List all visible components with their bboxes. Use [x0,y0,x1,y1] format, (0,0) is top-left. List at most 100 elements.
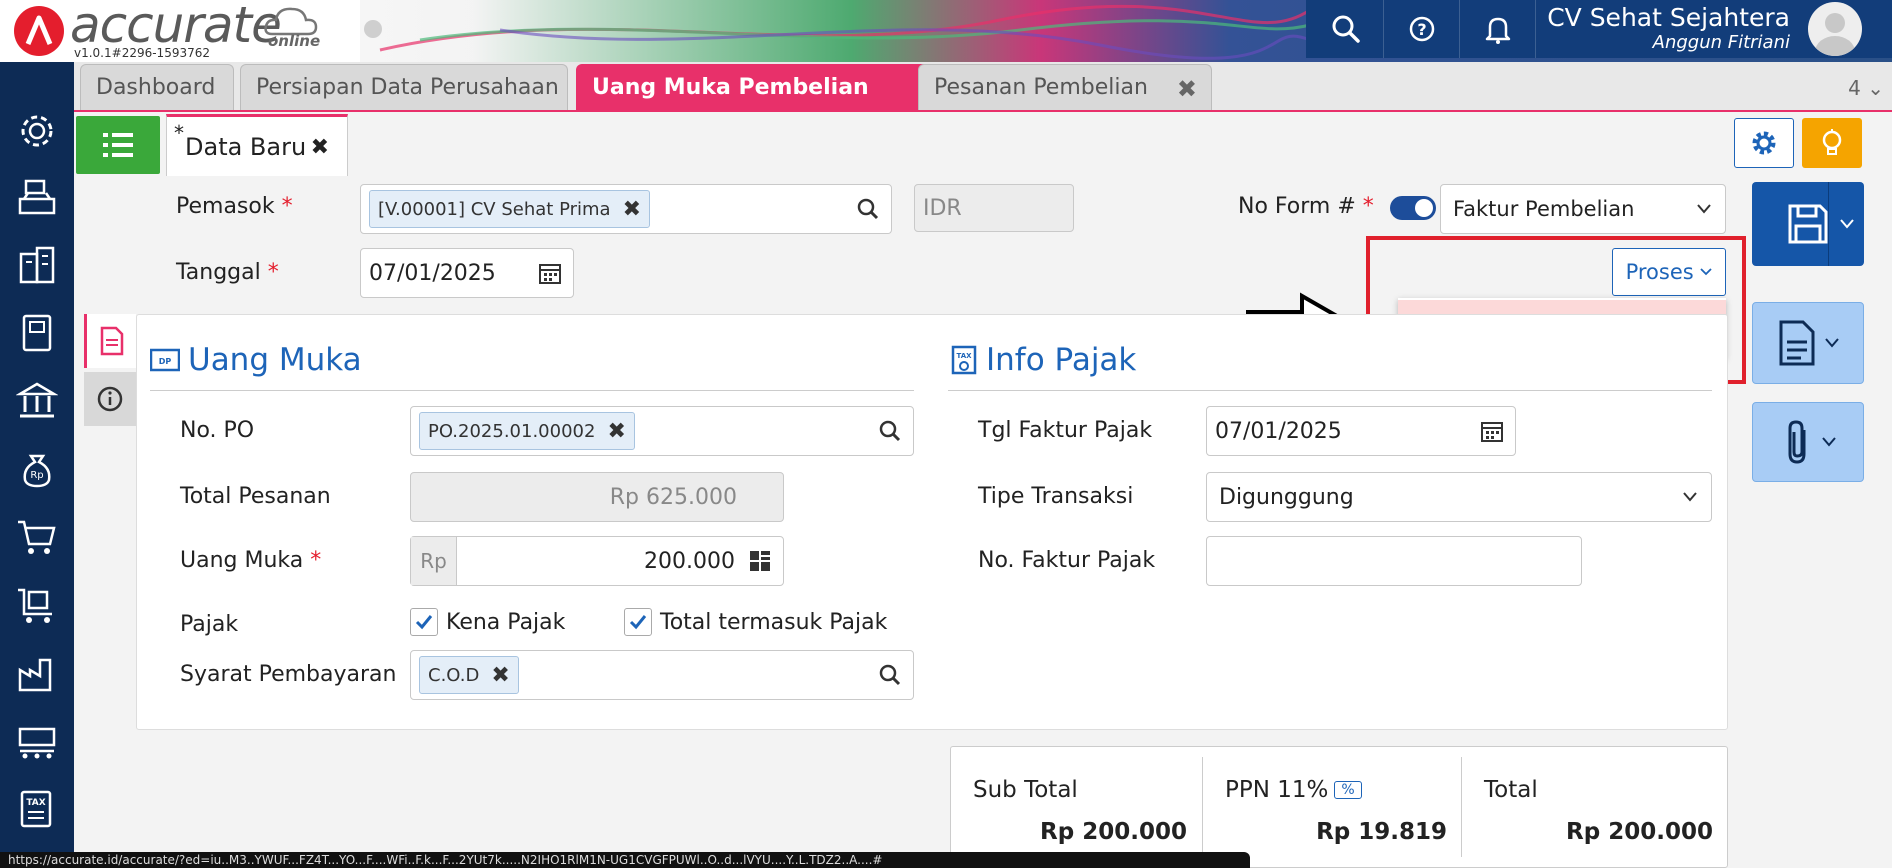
status-dot [364,20,382,38]
syarat-pembayaran-label: Syarat Pembayaran [180,662,397,687]
avatar[interactable] [1808,2,1862,56]
tab-persiapan-data[interactable]: Persiapan Data Perusahaan [240,64,568,110]
bell-icon [1485,17,1510,44]
search-icon[interactable] [857,198,879,220]
calendar-icon[interactable] [1481,420,1503,442]
accurate-logo-icon [14,6,64,56]
search-icon[interactable] [879,664,901,686]
no-po-input[interactable]: PO.2025.01.00002 ✖ [410,406,914,456]
no-faktur-pajak-input[interactable] [1206,536,1582,586]
tipe-transaksi-label: Tipe Transaksi [978,484,1134,509]
notifications-button[interactable] [1460,0,1536,58]
check-icon [629,615,647,630]
total-value: Rp 200.000 [1566,819,1713,845]
pemasok-chip: [V.00001] CV Sehat Prima ✖ [369,190,651,228]
bank-icon [16,382,58,418]
tgl-faktur-pajak-input[interactable]: 07/01/2025 [1206,406,1516,456]
sidebar-item-tax[interactable]: TAX [0,778,74,840]
down-payment-icon: DP [150,348,180,372]
factory-icon [18,658,52,692]
close-icon[interactable]: ✖ [1177,75,1197,103]
save-button[interactable] [1752,182,1864,266]
pemasok-input[interactable]: [V.00001] CV Sehat Prima ✖ [360,184,892,234]
sidebar-item-bank[interactable] [0,370,74,432]
tab-dashboard[interactable]: Dashboard [80,64,234,110]
ppn-section: PPN 11%% Rp 19.819 [1203,757,1461,863]
tips-button[interactable] [1802,118,1862,168]
checkbox-checked[interactable] [410,608,438,636]
calculator-icon[interactable] [749,550,771,572]
sidebar-item-production[interactable] [0,642,74,704]
tanggal-input[interactable]: 07/01/2025 [360,248,574,298]
tab-pesanan-pembelian[interactable]: Pesanan Pembelian ✖ [918,64,1212,110]
ppn-percent-button[interactable]: % [1334,781,1362,799]
divider [150,390,914,391]
remove-icon[interactable]: ✖ [607,419,625,444]
checkbox-checked[interactable] [624,608,652,636]
uang-muka-label: Uang Muka * [180,548,322,573]
chevron-down-icon [1839,219,1854,229]
money-bag-icon: Rp [23,454,51,488]
tab-count-dropdown[interactable]: 4 ⌄ [1848,76,1884,100]
currency-field: IDR [914,184,1074,232]
totals-panel: Sub Total Rp 200.000 PPN 11%% Rp 19.819 … [950,746,1728,868]
syarat-chip: C.O.D ✖ [419,656,519,694]
sidebar-item-company[interactable] [0,234,74,296]
uang-muka-section-title: DP Uang Muka [150,342,362,378]
uang-muka-input[interactable]: Rp 200.000 [410,536,784,586]
tipe-transaksi-select[interactable]: Digunggung [1206,472,1712,522]
svg-text:DP: DP [159,357,172,366]
form-type-select[interactable]: Faktur Pembelian [1440,184,1726,234]
kena-pajak-checkbox[interactable]: Kena Pajak [410,608,565,636]
inventory-icon [18,727,56,759]
top-header: accurate online v1.0.1#2296-1593762 ? CV… [0,0,1892,62]
vtab-info[interactable] [84,372,136,426]
sidebar-item-pos[interactable] [0,166,74,228]
sidebar-item-money[interactable]: Rp [0,438,74,500]
currency-prefix: Rp [411,537,457,585]
search-icon[interactable] [879,420,901,442]
sidebar-item-settings[interactable] [0,100,74,162]
tab-label: Persiapan Data Perusahaan [256,75,559,100]
divider [948,390,1712,391]
subtab-data-baru[interactable]: * Data Baru ✖ [166,114,348,176]
accurate-logo[interactable]: accurate online v1.0.1#2296-1593762 [0,0,360,62]
save-options-button[interactable] [1828,182,1864,266]
sidebar: Rp TAX [0,62,74,868]
close-icon[interactable]: ✖ [311,135,329,160]
attachment-button[interactable] [1752,402,1864,482]
settings-button[interactable] [1734,118,1794,168]
auto-number-toggle[interactable] [1390,196,1436,220]
check-icon [415,615,433,630]
syarat-pembayaran-input[interactable]: C.O.D ✖ [410,650,914,700]
version-label: v1.0.1#2296-1593762 [74,46,211,60]
search-button[interactable] [1308,0,1384,58]
no-po-label: No. PO [180,418,255,443]
vtab-detail[interactable] [84,314,136,368]
chevron-down-icon [1822,437,1836,447]
total-termasuk-pajak-checkbox[interactable]: Total termasuk Pajak [624,608,887,636]
tab-label: Uang Muka Pembelian [592,75,869,100]
save-icon [1788,204,1828,244]
logo-online: online [268,32,321,50]
calendar-icon[interactable] [539,262,561,284]
sidebar-item-purchase[interactable] [0,574,74,636]
sidebar-item-ledger[interactable] [0,302,74,364]
sidebar-item-sales[interactable] [0,506,74,568]
company-name[interactable]: CV Sehat Sejahtera [1536,2,1790,34]
pajak-label: Pajak [180,612,239,637]
document-button[interactable] [1752,302,1864,384]
buildings-icon [19,246,55,284]
document-icon [100,326,123,356]
modified-marker: * [174,121,184,145]
sub-total-label: Sub Total [973,777,1078,803]
remove-icon[interactable]: ✖ [623,197,641,222]
sidebar-item-inventory[interactable] [0,710,74,772]
remove-icon[interactable]: ✖ [491,663,509,688]
no-po-chip: PO.2025.01.00002 ✖ [419,412,635,450]
help-button[interactable]: ? [1384,0,1460,58]
list-menu-button[interactable] [76,116,160,174]
info-icon [97,386,123,412]
paperclip-icon [1788,420,1806,464]
tab-label: Pesanan Pembelian [934,75,1148,100]
